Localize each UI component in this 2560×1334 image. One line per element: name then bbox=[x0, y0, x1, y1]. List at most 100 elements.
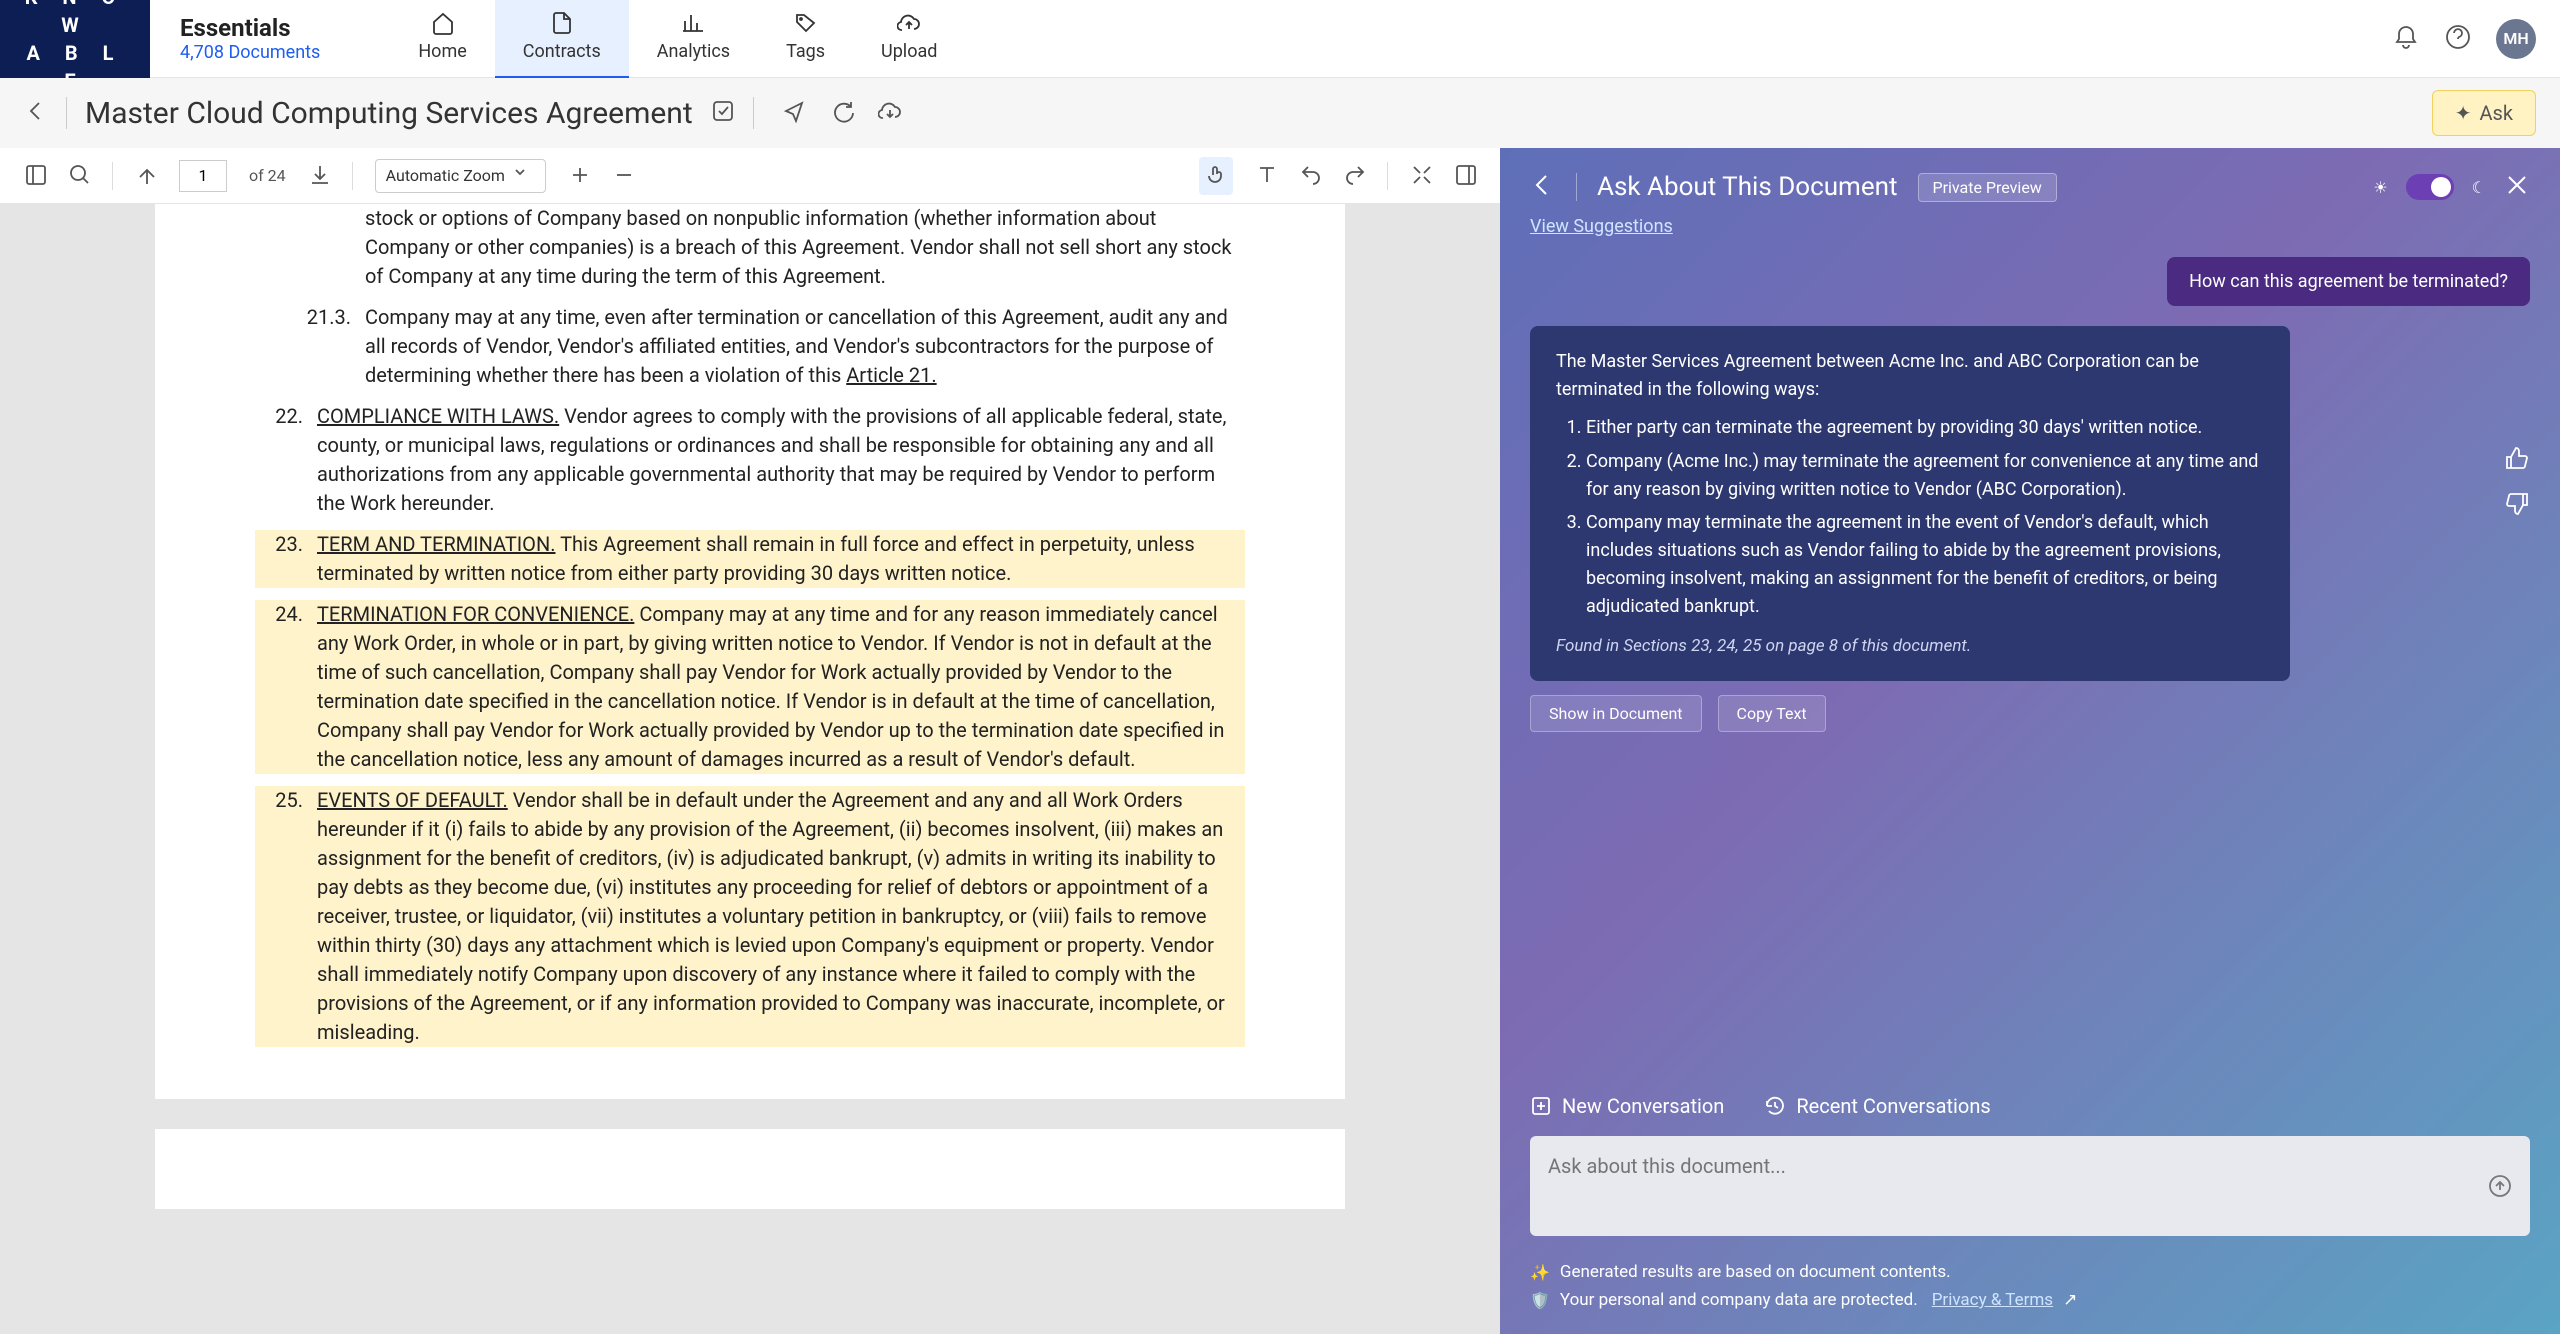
fullscreen-icon[interactable] bbox=[1410, 163, 1432, 189]
share-icon[interactable] bbox=[782, 99, 806, 127]
clause-22-num: 22. bbox=[255, 402, 303, 518]
file-icon bbox=[550, 11, 574, 35]
clause-24: TERMINATION FOR CONVENIENCE. Company may… bbox=[317, 600, 1245, 774]
plus-square-icon bbox=[1530, 1095, 1552, 1117]
clause-21-fragment: stock or options of Company based on non… bbox=[365, 204, 1245, 291]
help-icon[interactable] bbox=[2444, 23, 2472, 55]
send-icon[interactable] bbox=[2488, 1174, 2512, 1202]
topbar: K N O W A B L E Essentials 4,708 Documen… bbox=[0, 0, 2560, 78]
document-header: Master Cloud Computing Services Agreemen… bbox=[0, 78, 2560, 148]
nav-analytics[interactable]: Analytics bbox=[629, 0, 758, 80]
workspace-info: Essentials 4,708 Documents bbox=[150, 14, 350, 63]
tag-icon bbox=[794, 11, 818, 35]
view-suggestions-link[interactable]: View Suggestions bbox=[1530, 216, 2530, 237]
home-icon bbox=[431, 11, 455, 35]
document-page: stock or options of Company based on non… bbox=[155, 204, 1345, 1099]
zoom-label: Automatic Zoom bbox=[386, 166, 505, 185]
zoom-in-icon[interactable] bbox=[568, 163, 590, 189]
refresh-icon[interactable] bbox=[830, 99, 854, 127]
clause-23-num: 23. bbox=[255, 530, 303, 588]
clause-25: EVENTS OF DEFAULT. Vendor shall be in de… bbox=[317, 786, 1245, 1047]
answer-citation: Found in Sections 23, 24, 25 on page 8 o… bbox=[1556, 633, 2264, 659]
page-input[interactable] bbox=[179, 160, 227, 192]
copy-text-button[interactable]: Copy Text bbox=[1718, 695, 1826, 732]
back-icon[interactable] bbox=[24, 99, 48, 127]
redo-icon[interactable] bbox=[1343, 163, 1365, 189]
thumbs-down-icon[interactable] bbox=[2504, 490, 2530, 520]
theme-toggle[interactable] bbox=[2406, 174, 2454, 200]
cloud-download-icon[interactable] bbox=[878, 99, 902, 127]
answer-item-1: Either party can terminate the agreement… bbox=[1586, 414, 2264, 442]
answer-item-3: Company may terminate the agreement in t… bbox=[1586, 509, 2264, 621]
clause-21-3: Company may at any time, even after term… bbox=[365, 303, 1245, 390]
clause-22: COMPLIANCE WITH LAWS. Vendor agrees to c… bbox=[317, 402, 1245, 518]
chat-title: Ask About This Document bbox=[1597, 172, 1898, 202]
recent-conversations-label: Recent Conversations bbox=[1796, 1094, 1990, 1118]
disclaimer-generated: ✨Generated results are based on document… bbox=[1530, 1262, 2530, 1282]
ask-button[interactable]: ✦ Ask bbox=[2432, 90, 2536, 136]
sparkle-icon: ✨ bbox=[1530, 1263, 1550, 1282]
sun-icon: ☀ bbox=[2373, 178, 2387, 197]
privacy-terms-link[interactable]: Privacy & Terms bbox=[1932, 1290, 2053, 1310]
user-message: How can this agreement be terminated? bbox=[2167, 257, 2530, 306]
verify-icon[interactable] bbox=[711, 99, 735, 127]
avatar[interactable]: MH bbox=[2496, 19, 2536, 59]
new-conversation-button[interactable]: New Conversation bbox=[1530, 1094, 1724, 1118]
hand-tool-icon[interactable] bbox=[1199, 157, 1233, 195]
answer-list: Either party can terminate the agreement… bbox=[1586, 414, 2264, 621]
workspace-title: Essentials bbox=[180, 14, 320, 42]
sparkle-icon: ✦ bbox=[2455, 101, 2472, 125]
clause-23: TERM AND TERMINATION. This Agreement sha… bbox=[317, 530, 1245, 588]
cloud-upload-icon bbox=[897, 11, 921, 35]
chart-icon bbox=[681, 11, 705, 35]
answer-intro: The Master Services Agreement between Ac… bbox=[1556, 348, 2264, 404]
nav-tags[interactable]: Tags bbox=[758, 0, 853, 80]
history-icon bbox=[1764, 1095, 1786, 1117]
zoom-out-icon[interactable] bbox=[612, 163, 634, 189]
chevron-down-icon bbox=[513, 165, 535, 187]
page-total: of 24 bbox=[249, 166, 286, 185]
notifications-icon[interactable] bbox=[2392, 23, 2420, 55]
clause-25-num: 25. bbox=[255, 786, 303, 1047]
nav-tags-label: Tags bbox=[786, 41, 825, 62]
moon-icon: ☾ bbox=[2472, 178, 2486, 197]
answer-item-2: Company (Acme Inc.) may terminate the ag… bbox=[1586, 448, 2264, 504]
shield-icon: 🛡️ bbox=[1530, 1291, 1550, 1310]
nav-contracts[interactable]: Contracts bbox=[495, 0, 629, 80]
chat-back-icon[interactable] bbox=[1530, 172, 1556, 202]
panel-right-icon[interactable] bbox=[1454, 163, 1476, 189]
external-link-icon: ↗ bbox=[2063, 1290, 2077, 1310]
zoom-select[interactable]: Automatic Zoom bbox=[375, 159, 546, 193]
search-icon[interactable] bbox=[68, 163, 90, 189]
nav-contracts-label: Contracts bbox=[523, 41, 601, 62]
article-21-link[interactable]: Article 21. bbox=[846, 363, 936, 387]
nav-home[interactable]: Home bbox=[390, 0, 494, 80]
nav-analytics-label: Analytics bbox=[657, 41, 730, 62]
next-page-peek bbox=[155, 1129, 1345, 1209]
page-up-icon[interactable] bbox=[135, 163, 157, 189]
document-title: Master Cloud Computing Services Agreemen… bbox=[85, 96, 693, 131]
logo[interactable]: K N O W A B L E bbox=[0, 0, 150, 78]
ask-button-label: Ask bbox=[2479, 101, 2513, 125]
assistant-answer: The Master Services Agreement between Ac… bbox=[1530, 326, 2290, 681]
download-icon[interactable] bbox=[308, 163, 330, 189]
chat-panel: Ask About This Document Private Preview … bbox=[1500, 148, 2560, 1334]
workspace-doc-count[interactable]: 4,708 Documents bbox=[180, 42, 320, 63]
show-in-document-button[interactable]: Show in Document bbox=[1530, 695, 1702, 732]
text-tool-icon[interactable] bbox=[1255, 163, 1277, 189]
nav-upload-label: Upload bbox=[881, 41, 937, 62]
chat-input[interactable] bbox=[1530, 1136, 2530, 1236]
recent-conversations-button[interactable]: Recent Conversations bbox=[1764, 1094, 1990, 1118]
preview-badge: Private Preview bbox=[1918, 173, 2057, 202]
nav-home-label: Home bbox=[418, 41, 466, 62]
thumbs-up-icon[interactable] bbox=[2504, 446, 2530, 476]
sidebar-toggle-icon[interactable] bbox=[24, 163, 46, 189]
nav-upload[interactable]: Upload bbox=[853, 0, 965, 80]
main-nav: Home Contracts Analytics Tags Upload bbox=[390, 0, 965, 80]
viewer-toolbar: of 24 Automatic Zoom bbox=[0, 148, 1500, 204]
document-viewport[interactable]: stock or options of Company based on non… bbox=[0, 204, 1500, 1334]
disclaimer-privacy: 🛡️Your personal and company data are pro… bbox=[1530, 1290, 2530, 1310]
new-conversation-label: New Conversation bbox=[1562, 1094, 1724, 1118]
close-icon[interactable] bbox=[2504, 172, 2530, 202]
undo-icon[interactable] bbox=[1299, 163, 1321, 189]
